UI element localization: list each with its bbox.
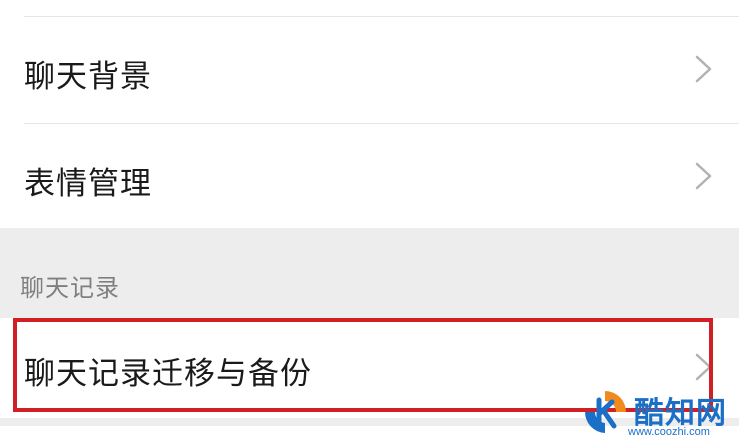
chevron-right-icon [695,353,712,381]
row-divider [24,16,739,17]
chat-history-migrate-backup-label: 聊天记录迁移与备份 [24,356,312,392]
chevron-right-icon [695,162,712,190]
emoji-management-row[interactable]: 表情管理 [0,124,739,228]
coozhi-logo-icon [585,391,626,433]
chat-background-label: 聊天背景 [24,59,152,95]
chat-background-row[interactable]: 聊天背景 [0,18,739,122]
chat-settings-screen: 聊天背景 表情管理 聊天记录 聊天记录迁移与备份 酷知网 www.coozhi.… [0,0,739,446]
chat-history-section-header: 聊天记录 [20,274,120,302]
watermark: 酷知网 www.coozhi.com [580,386,732,442]
chevron-right-icon [695,55,712,83]
watermark-url: www.coozhi.com [628,426,710,438]
emoji-management-label: 表情管理 [24,166,152,202]
settings-group: 聊天背景 表情管理 [0,0,739,228]
